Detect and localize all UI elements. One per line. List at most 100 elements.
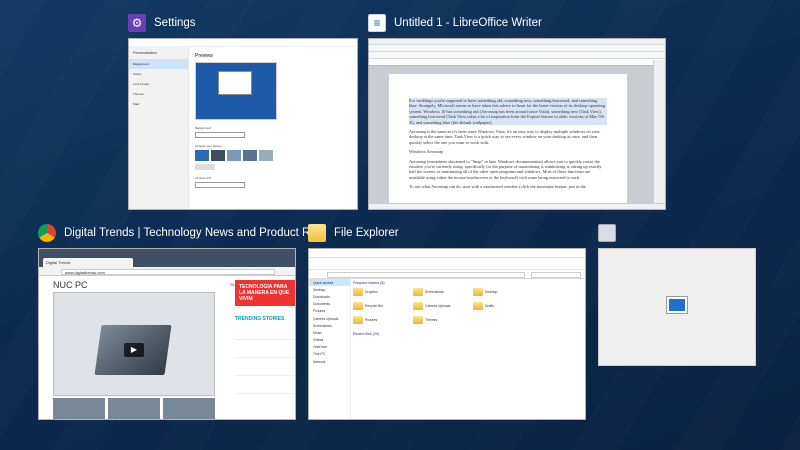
writer-heading: Windows Aerosnap <box>409 149 444 155</box>
folder-icon <box>353 288 363 296</box>
nav-pictures[interactable]: Pictures <box>309 308 350 315</box>
video-thumbnail[interactable] <box>163 398 215 419</box>
video-player[interactable]: ▶ <box>53 292 215 396</box>
settings-picture[interactable] <box>211 150 225 161</box>
explorer-ribbon <box>309 258 585 270</box>
frequent-folders-header[interactable]: Frequent folders (8) <box>353 281 585 285</box>
folder-item[interactable]: Recycle Bin <box>353 302 413 310</box>
settings-titlebar <box>129 39 357 47</box>
settings-nav-start[interactable]: Start <box>129 99 188 109</box>
explorer-address-bar[interactable] <box>327 271 525 278</box>
chrome-page-left: NUC PC SUBSCRIBE ON YOUTUBE ▶ <box>53 280 281 396</box>
writer-sidebar[interactable] <box>653 60 665 203</box>
nav-desktop[interactable]: Desktop <box>309 286 350 293</box>
settings-thumbnail[interactable]: Personalization Background Colors Lock s… <box>128 38 358 210</box>
explorer-thumbnail[interactable]: Quick access Desktop Downloads Documents… <box>308 248 586 420</box>
settings-sidebar: Personalization Background Colors Lock s… <box>129 47 189 209</box>
folder-icon <box>353 316 363 324</box>
folder-item[interactable]: Screenshots <box>413 288 473 296</box>
settings-background-dropdown[interactable] <box>195 132 245 138</box>
task-view-blank-window[interactable]: ▭ <box>598 222 756 368</box>
video-thumbnails <box>53 398 215 419</box>
settings-home[interactable]: Personalization <box>129 47 188 59</box>
task-view-settings[interactable]: ⚙ Settings Personalization Background Co… <box>128 12 358 212</box>
folder-item[interactable]: Desktop <box>473 288 533 296</box>
folder-item[interactable]: Dropbox <box>353 288 413 296</box>
folder-label: Dropbox <box>365 290 378 294</box>
settings-main: Preview Background Choose your picture C… <box>195 53 351 188</box>
task-view-writer[interactable]: ≡ Untitled 1 - LibreOffice Writer For we… <box>368 12 666 212</box>
nav-documents[interactable]: Documents <box>309 301 350 308</box>
writer-page[interactable]: For weddings you're supposed to have som… <box>389 74 627 203</box>
settings-picture[interactable] <box>259 150 273 161</box>
folder-icon <box>473 302 483 310</box>
chrome-page-right: TECNOLOGIA PARA LA MANERA EN QUE VIVIM T… <box>235 280 295 394</box>
recent-files-header[interactable]: Recent files (20) <box>353 332 585 336</box>
folder-icon <box>473 288 483 296</box>
settings-picture[interactable] <box>243 150 257 161</box>
writer-statusbar <box>369 203 665 209</box>
writer-menubar <box>369 45 665 52</box>
chrome-tabstrip: Digital Trends <box>39 257 295 267</box>
writer-paragraph: Aerosnap is the same as it's been since … <box>409 129 600 145</box>
blank-window-thumbnail[interactable] <box>598 248 756 366</box>
nav-downloads[interactable]: Downloads <box>309 293 350 300</box>
video-thumbnail[interactable] <box>53 398 105 419</box>
task-view-chrome[interactable]: ● Digital Trends | Technology News and P… <box>38 222 326 420</box>
folder-icon <box>413 316 423 324</box>
folder-label: Themes <box>425 318 438 322</box>
settings-picture[interactable] <box>227 150 241 161</box>
trending-item[interactable] <box>235 324 295 340</box>
explorer-titlebar <box>309 249 585 258</box>
folder-label: Screenshots <box>425 290 444 294</box>
nav-screenshots[interactable]: Screenshots <box>309 322 350 329</box>
window-icon: ▭ <box>598 224 616 242</box>
window-title: Untitled 1 - LibreOffice Writer <box>394 17 542 29</box>
writer-header: ≡ Untitled 1 - LibreOffice Writer <box>368 12 542 34</box>
trending-item[interactable] <box>235 360 295 376</box>
settings-nav-background[interactable]: Background <box>129 59 188 69</box>
settings-picture[interactable] <box>195 150 209 161</box>
nav-network[interactable]: Network <box>309 358 350 365</box>
folder-item[interactable]: Camera Uploads <box>413 302 473 310</box>
explorer-content: Frequent folders (8) Dropbox Screenshots… <box>353 281 585 419</box>
video-thumbnail[interactable] <box>108 398 160 419</box>
settings-browse-button[interactable] <box>195 164 215 170</box>
settings-nav-lock-screen[interactable]: Lock screen <box>129 79 188 89</box>
play-icon[interactable]: ▶ <box>124 343 144 357</box>
writer-thumbnail[interactable]: For weddings you're supposed to have som… <box>368 38 666 210</box>
chrome-icon: ● <box>38 224 56 242</box>
settings-background-label: Background <box>195 126 212 130</box>
nav-music[interactable]: Music <box>309 329 350 336</box>
nav-onedrive[interactable]: OneDrive <box>309 344 350 351</box>
folder-icon <box>413 288 423 296</box>
settings-nav-themes[interactable]: Themes <box>129 89 188 99</box>
chrome-tab[interactable]: Digital Trends <box>43 258 133 267</box>
nav-this-pc[interactable]: This PC <box>309 351 350 358</box>
app-placeholder-icon <box>666 296 688 314</box>
nav-quick-access[interactable]: Quick access <box>309 279 350 287</box>
explorer-address-row <box>309 270 585 279</box>
settings-fit-dropdown[interactable] <box>195 182 245 188</box>
nav-camera-uploads[interactable]: Camera Uploads <box>309 315 350 322</box>
settings-picture-row <box>195 150 351 161</box>
nav-videos[interactable]: Videos <box>309 337 350 344</box>
folder-item[interactable]: Pictures <box>353 316 413 324</box>
settings-preview <box>195 62 277 120</box>
explorer-search-box[interactable] <box>531 271 581 278</box>
folder-icon <box>413 302 423 310</box>
window-title: Digital Trends | Technology News and Pro… <box>64 227 327 239</box>
chrome-page: NUC PC SUBSCRIBE ON YOUTUBE ▶ TECNOLOGIA… <box>39 276 295 419</box>
trending-item[interactable] <box>235 342 295 358</box>
ad-banner[interactable]: TECNOLOGIA PARA LA MANERA EN QUE VIVIM <box>235 280 295 306</box>
chrome-thumbnail[interactable]: Digital Trends www.digitaltrends.com NUC… <box>38 248 296 420</box>
trending-item[interactable] <box>235 378 295 394</box>
folder-item[interactable]: Themes <box>413 316 473 324</box>
folder-item[interactable]: Drafts <box>473 302 533 310</box>
writer-paragraph: Aerosnap (sometimes shortened to "Snap" … <box>409 158 602 180</box>
settings-choose-picture-label: Choose your picture <box>195 144 222 148</box>
address-bar[interactable]: www.digitaltrends.com <box>61 268 275 275</box>
settings-nav-colors[interactable]: Colors <box>129 69 188 79</box>
writer-canvas: For weddings you're supposed to have som… <box>369 66 653 203</box>
task-view-explorer[interactable]: ▭ File Explorer Quick access Desktop Dow… <box>308 222 586 420</box>
